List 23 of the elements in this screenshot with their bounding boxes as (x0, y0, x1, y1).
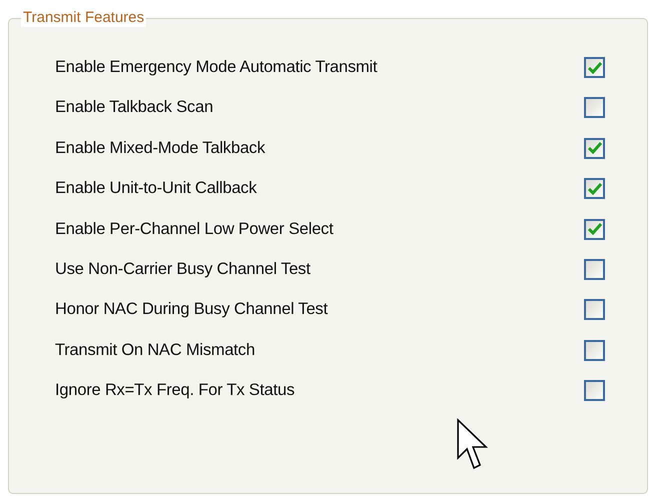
check-icon (588, 142, 602, 154)
checkbox[interactable] (584, 97, 605, 118)
check-icon (588, 223, 602, 236)
option-label: Enable Per-Channel Low Power Select (55, 220, 334, 239)
checkbox[interactable] (584, 178, 605, 200)
group-title: Transmit Features (21, 9, 146, 27)
option-label: Enable Talkback Scan (55, 98, 214, 118)
checkbox[interactable] (584, 340, 605, 361)
checkbox[interactable] (584, 57, 605, 78)
checkbox[interactable] (584, 299, 605, 320)
option-label: Enable Emergency Mode Automatic Transmit (55, 58, 378, 77)
checkbox[interactable] (584, 380, 605, 402)
option-label: Ignore Rx=Tx Freq. For Tx Status (55, 381, 295, 400)
checkbox[interactable] (584, 218, 605, 240)
check-icon (588, 62, 602, 74)
option-label: Enable Mixed-Mode Talkback (55, 138, 266, 158)
checkbox[interactable] (584, 258, 605, 280)
option-label: Enable Unit-to-Unit Callback (55, 179, 257, 198)
option-label: Use Non-Carrier Busy Channel Test (55, 260, 310, 279)
checkbox[interactable] (584, 138, 605, 159)
option-label: Transmit On NAC Mismatch (55, 340, 255, 360)
option-label: Honor NAC During Busy Channel Test (55, 300, 328, 320)
check-icon (588, 182, 602, 195)
